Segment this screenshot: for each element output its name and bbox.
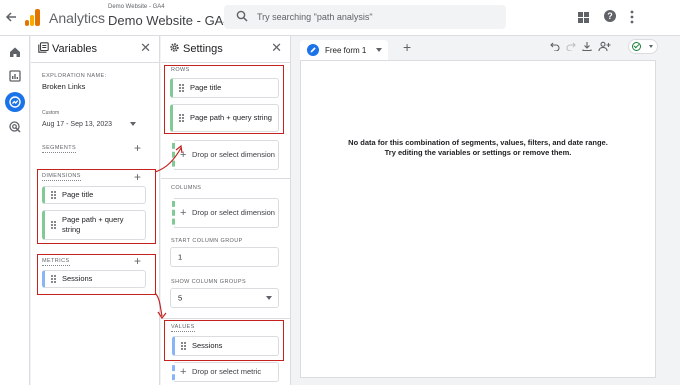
explore-icon[interactable] — [5, 92, 25, 112]
chevron-down-icon — [130, 122, 136, 126]
metric-chip-sessions[interactable]: Sessions — [42, 270, 146, 288]
settings-header: Settings — [169, 42, 223, 55]
exploration-canvas: Free form 1 + No data for this combinati — [292, 36, 680, 385]
undo-icon[interactable] — [550, 41, 560, 55]
show-column-groups-label: SHOW COLUMN GROUPS — [171, 279, 247, 285]
variables-header: Variables — [38, 42, 97, 55]
apps-icon[interactable] — [578, 12, 589, 23]
values-dropzone[interactable]: + Drop or select metric — [172, 362, 279, 382]
row-chip-page-path[interactable]: Page path + query string — [170, 104, 279, 132]
settings-title: Settings — [183, 43, 223, 55]
drag-handle-icon[interactable] — [179, 114, 185, 122]
pencil-icon — [307, 44, 319, 56]
tab-label: Free form 1 — [325, 46, 367, 55]
show-column-groups-value: 5 — [178, 293, 183, 303]
metric-label: Sessions — [62, 274, 93, 283]
left-nav-rail — [0, 36, 30, 385]
add-icon: + — [180, 366, 187, 378]
variables-panel: Variables ✕ EXPLORATION NAME: Broken Lin… — [31, 36, 160, 385]
dropzone-label: Drop or select metric — [192, 367, 262, 376]
top-bar: Analytics Demo Website - GA4 Demo Websit… — [0, 0, 680, 36]
tab-free-form[interactable]: Free form 1 — [300, 40, 388, 60]
dropzone-label: Drop or select dimension — [192, 208, 275, 217]
analytics-logo-icon — [25, 8, 41, 26]
add-icon: + — [180, 207, 187, 219]
start-column-group-input[interactable]: 1 — [170, 247, 279, 267]
exploration-name-label: EXPLORATION NAME: — [42, 73, 107, 79]
app-name: Analytics — [49, 10, 106, 26]
share-icon[interactable] — [598, 41, 611, 56]
dimension-chip-page-title[interactable]: Page title — [42, 186, 146, 204]
close-icon[interactable]: ✕ — [140, 41, 151, 54]
variables-icon — [38, 42, 49, 53]
search-box[interactable]: Try searching "path analysis" — [224, 5, 506, 29]
check-status-menu[interactable] — [628, 39, 658, 54]
dimension-label: Page path + query string — [62, 215, 124, 234]
date-custom-label: Custom — [42, 110, 60, 116]
results-area: No data for this combination of segments… — [300, 60, 656, 378]
row-chip-page-title[interactable]: Page title — [170, 78, 279, 98]
home-icon[interactable] — [8, 45, 22, 59]
dimensions-label: DIMENSIONS — [42, 173, 81, 181]
value-label: Sessions — [192, 341, 223, 350]
exploration-name-input[interactable]: Broken Links — [42, 82, 85, 91]
show-column-groups-select[interactable]: 5 — [170, 288, 279, 308]
date-range-picker[interactable]: Custom Aug 17 - Sep 13, 2023 — [40, 107, 152, 133]
chevron-down-icon — [649, 45, 653, 48]
chevron-down-icon[interactable] — [376, 48, 382, 52]
canvas-toolbar — [550, 39, 660, 56]
search-icon — [236, 10, 248, 22]
segments-label: SEGMENTS — [42, 145, 77, 153]
divider — [161, 178, 290, 179]
rows-label: ROWS — [171, 67, 190, 73]
columns-dropzone[interactable]: + Drop or select dimension — [172, 198, 279, 228]
drag-handle-icon[interactable] — [51, 221, 57, 229]
add-tab-icon[interactable]: + — [403, 40, 411, 54]
tab-bar: Free form 1 + — [292, 36, 680, 60]
more-vert-icon[interactable] — [630, 10, 634, 24]
drag-handle-icon[interactable] — [181, 342, 187, 350]
columns-label: COLUMNS — [171, 185, 202, 191]
variables-title: Variables — [52, 43, 98, 55]
start-column-group-label: START COLUMN GROUP — [171, 238, 243, 244]
check-circle-icon — [632, 42, 641, 51]
date-range-value: Aug 17 - Sep 13, 2023 — [42, 121, 113, 128]
reports-icon[interactable] — [8, 69, 22, 83]
dimension-chip-page-path[interactable]: Page path + query string — [42, 210, 146, 240]
back-arrow-icon[interactable] — [5, 11, 19, 25]
search-input[interactable]: Try searching "path analysis" — [257, 12, 373, 22]
values-label: VALUES — [171, 324, 195, 332]
add-metric-icon[interactable]: + — [134, 255, 141, 267]
drag-handle-icon[interactable] — [51, 275, 57, 283]
empty-state-hint: Try editing the variables or settings or… — [384, 148, 572, 157]
start-column-group-value: 1 — [178, 252, 183, 262]
advertising-icon[interactable] — [8, 120, 22, 134]
property-selector[interactable]: Demo Website - GA4 — [108, 13, 231, 28]
metrics-label: METRICS — [42, 258, 70, 266]
settings-panel: Settings ✕ ROWS Page title Page path + q… — [161, 36, 291, 385]
row-label: Page title — [190, 83, 222, 92]
value-chip-sessions[interactable]: Sessions — [172, 336, 279, 356]
dimension-label: Page title — [62, 190, 94, 199]
settings-icon — [169, 42, 180, 53]
help-icon[interactable]: ? — [604, 10, 616, 22]
chevron-down-icon — [266, 296, 272, 300]
divider — [161, 62, 290, 63]
redo-icon[interactable] — [566, 41, 576, 55]
rows-dropzone[interactable]: + Drop or select dimension — [172, 140, 279, 170]
dropzone-label: Drop or select dimension — [192, 150, 275, 159]
add-icon: + — [180, 149, 187, 161]
add-segment-icon[interactable]: + — [134, 142, 141, 154]
add-dimension-icon[interactable]: + — [134, 171, 141, 183]
download-icon[interactable] — [582, 41, 592, 55]
account-name[interactable]: Demo Website - GA4 — [108, 4, 165, 10]
drag-handle-icon[interactable] — [179, 84, 185, 92]
close-icon[interactable]: ✕ — [271, 41, 282, 54]
row-label: Page path + query string — [190, 113, 272, 122]
divider — [31, 62, 159, 63]
drag-handle-icon[interactable] — [51, 191, 57, 199]
divider — [161, 318, 290, 319]
empty-state-message: No data for this combination of segments… — [348, 138, 608, 147]
